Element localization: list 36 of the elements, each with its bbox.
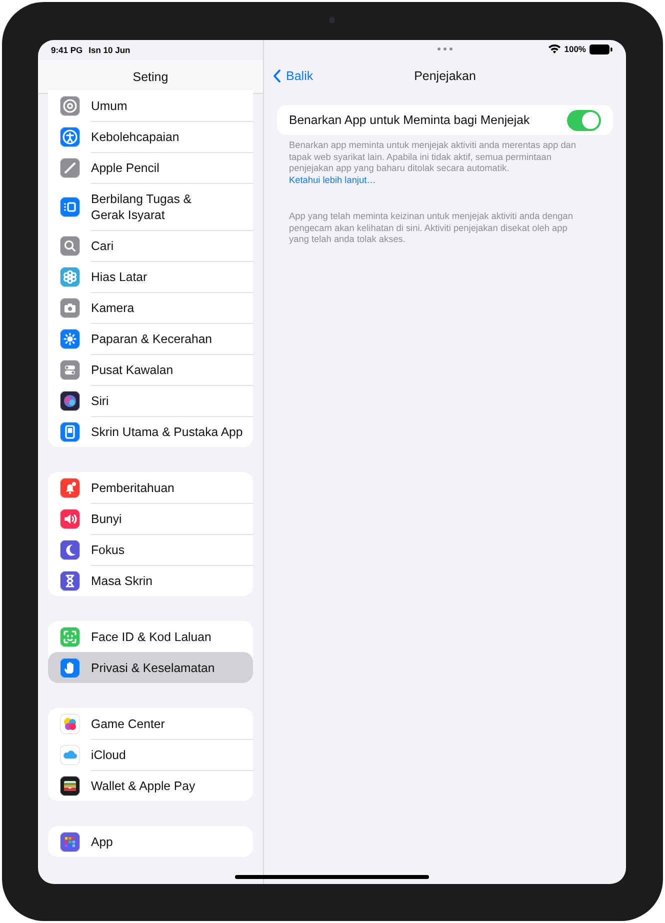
sidebar-item[interactable]: Berbilang Tugas & Gerak Isyarat: [48, 183, 253, 230]
sidebar-item[interactable]: iCloud: [48, 739, 253, 770]
sidebar-item[interactable]: Cari: [48, 230, 253, 261]
sidebar-item[interactable]: Kamera: [48, 292, 253, 323]
sidebar-item[interactable]: Umum: [48, 90, 253, 121]
sidebar-item[interactable]: Hias Latar: [48, 261, 253, 292]
sidebar-item[interactable]: Paparan & Kecerahan: [48, 323, 253, 354]
sidebar-item[interactable]: Bunyi: [48, 503, 253, 534]
page-title: Penjejakan: [414, 68, 476, 82]
sidebar-item[interactable]: Pusat Kawalan: [48, 354, 253, 385]
sidebar-item[interactable]: Privasi & Keselamatan: [48, 652, 253, 683]
sidebar-item[interactable]: Siri: [48, 385, 253, 416]
sidebar-item[interactable]: Face ID & Kod Laluan: [48, 621, 253, 652]
battery-icon: [589, 44, 613, 54]
more-dots-icon[interactable]: [437, 47, 453, 51]
sidebar-item[interactable]: Fokus: [48, 534, 253, 565]
learn-more-link[interactable]: Ketahui lebih lanjut…: [289, 174, 376, 184]
back-button[interactable]: Balik: [273, 68, 314, 82]
toggle-label: Benarkan App untuk Meminta bagi Menjejak: [289, 113, 530, 127]
sidebar-item[interactable]: App: [48, 826, 253, 857]
chevron-left-icon: [273, 68, 281, 82]
status-date: Isn 10 Jun: [88, 45, 130, 55]
sidebar-item[interactable]: Pemberitahuan: [48, 472, 253, 503]
toggle-switch[interactable]: [567, 110, 601, 130]
sidebar-item[interactable]: Masa Skrin: [48, 565, 253, 596]
wifi-icon: [548, 44, 562, 54]
sidebar-item[interactable]: Wallet & Apple Pay: [48, 770, 253, 801]
battery-percent: 100%: [564, 44, 586, 54]
footer-text: Benarkan app meminta untuk menjejak aktiviti anda merentas app dan tapak web syarikat lain. Apabila ini tidak aktif, semua permintaan penjejakan app yang baharu ditolak secara automatik. Ketahui lebih lanjut…: [289, 140, 577, 186]
status-time: 9:41 PG: [51, 45, 83, 55]
sidebar-item[interactable]: Apple Pencil: [48, 152, 253, 183]
sidebar-item[interactable]: Kebolehcapaian: [48, 121, 253, 152]
sidebar-item[interactable]: Skrin Utama & Pustaka App: [48, 416, 253, 447]
sidebar-item[interactable]: Game Center: [48, 708, 253, 739]
sidebar-title: Seting: [132, 70, 168, 84]
info-text: App yang telah meminta keizinan untuk menjejak aktiviti anda dengan pengecam akan kelihatan di sini. Aktiviti penjejakan disekat oleh app yang telah anda tolak akses.: [289, 211, 574, 246]
